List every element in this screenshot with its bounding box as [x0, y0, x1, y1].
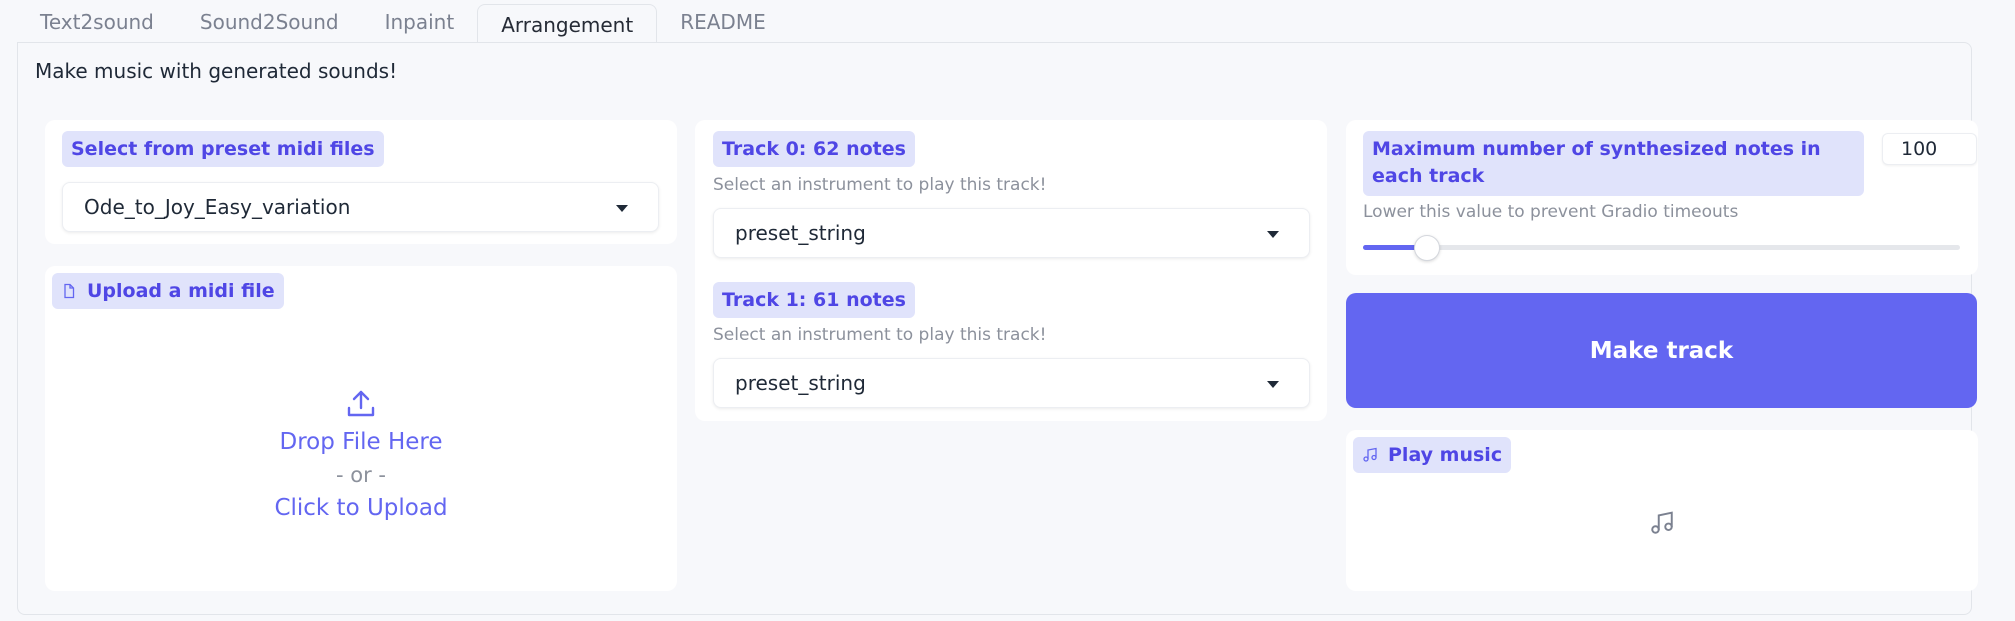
tab-arrangement[interactable]: Arrangement [477, 4, 658, 44]
music-placeholder-icon [1651, 511, 1673, 534]
upload-dropzone[interactable]: Drop File Here - or - Click to Upload [45, 326, 677, 586]
track-1-label-text: Track 1: 61 notes [722, 289, 906, 311]
tab-sound2sound[interactable]: Sound2Sound [177, 0, 362, 43]
preset-label-text: Select from preset midi files [71, 138, 375, 160]
preset-selected-value: Ode_to_Joy_Easy_variation [84, 195, 351, 219]
tab-bar: Text2sound Sound2Sound Inpaint Arrangeme… [17, 0, 1998, 44]
file-icon [64, 283, 75, 299]
drop-file-text: Drop File Here [279, 428, 443, 455]
make-track-button[interactable]: Make track [1346, 293, 1977, 408]
preset-card: Select from preset midi files Ode_to_Joy… [45, 120, 677, 244]
chevron-down-icon [1267, 381, 1279, 388]
max-notes-label-text: Maximum number of synthesized notes in e… [1372, 138, 1821, 187]
upload-icon [347, 390, 375, 416]
arrangement-panel: Make music with generated sounds! Select… [17, 42, 1978, 615]
max-notes-slider[interactable] [1363, 235, 1960, 261]
track-0-instrument-dropdown[interactable]: preset_string [713, 208, 1310, 258]
tab-text2sound[interactable]: Text2sound [17, 0, 177, 43]
track-1-label: Track 1: 61 notes [713, 282, 915, 318]
chevron-down-icon [616, 205, 628, 212]
track-1-instrument-value: preset_string [735, 371, 866, 395]
intro-text: Make music with generated sounds! [35, 59, 398, 83]
or-text: - or - [336, 462, 386, 487]
track-0-instrument-value: preset_string [735, 221, 866, 245]
make-track-label: Make track [1589, 337, 1734, 364]
max-notes-label: Maximum number of synthesized notes in e… [1363, 131, 1864, 196]
click-to-upload-text: Click to Upload [274, 494, 448, 521]
tab-readme[interactable]: README [657, 0, 789, 43]
play-music-card: Play music [1346, 430, 1978, 591]
upload-card: Upload a midi file Drop File Here - or -… [45, 266, 677, 591]
track-0-label: Track 0: 62 notes [713, 131, 915, 167]
play-music-label: Play music [1353, 437, 1512, 473]
upload-label: Upload a midi file [52, 273, 284, 309]
max-notes-number-input[interactable]: 100 [1882, 133, 1977, 165]
track-0-label-text: Track 0: 62 notes [722, 138, 906, 160]
tracks-card: Track 0: 62 notes Select an instrument t… [695, 120, 1327, 421]
preset-dropdown[interactable]: Ode_to_Joy_Easy_variation [62, 182, 659, 232]
play-music-label-text: Play music [1388, 444, 1503, 466]
max-notes-hint: Lower this value to prevent Gradio timeo… [1363, 202, 1739, 222]
upload-label-text: Upload a midi file [87, 280, 275, 302]
tab-inpaint[interactable]: Inpaint [362, 0, 478, 43]
max-notes-value: 100 [1901, 138, 1938, 160]
slider-thumb[interactable] [1414, 235, 1441, 261]
chevron-down-icon [1267, 231, 1279, 238]
track-0-hint: Select an instrument to play this track! [713, 175, 1047, 195]
max-notes-card: Maximum number of synthesized notes in e… [1346, 120, 1978, 275]
preset-label: Select from preset midi files [62, 131, 384, 167]
music-note-icon [1363, 447, 1377, 462]
track-1-hint: Select an instrument to play this track! [713, 325, 1047, 345]
track-1-instrument-dropdown[interactable]: preset_string [713, 358, 1310, 408]
